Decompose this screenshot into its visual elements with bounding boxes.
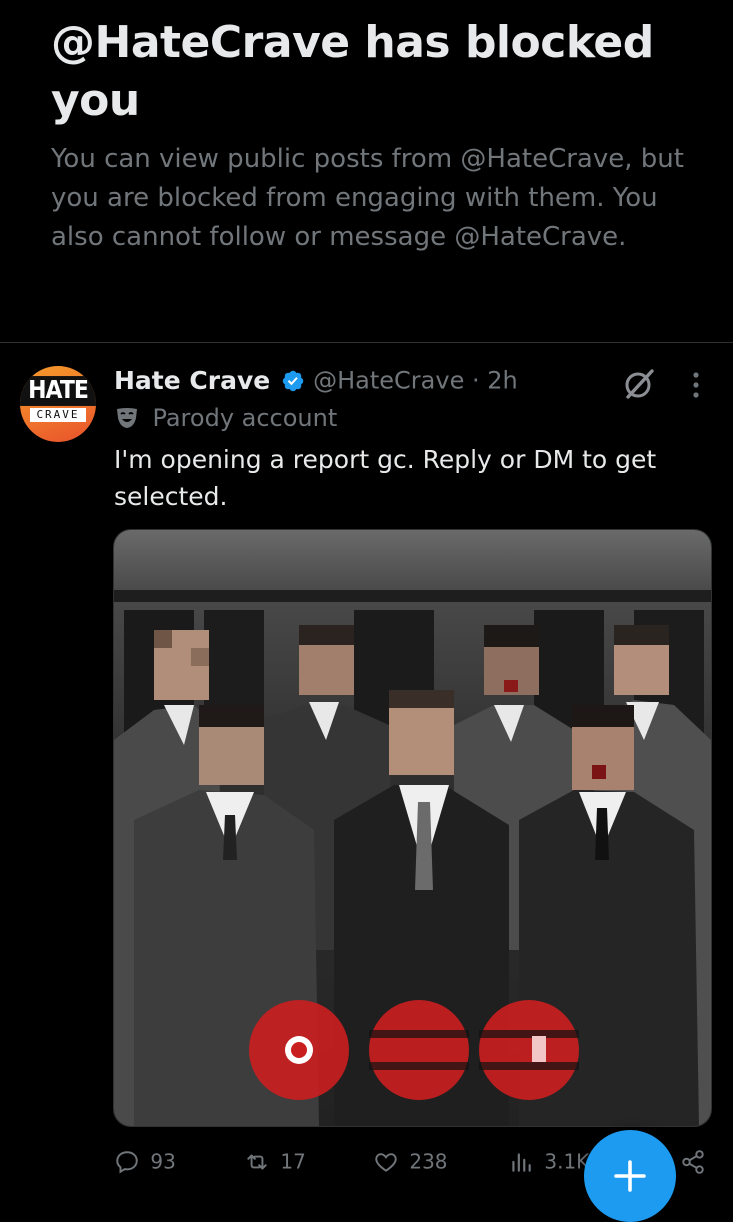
plus-icon (614, 1160, 646, 1192)
more-icon[interactable] (682, 370, 710, 400)
verified-badge-icon (282, 370, 303, 391)
tweet-image[interactable] (113, 529, 712, 1127)
like-button[interactable]: 238 (373, 1148, 448, 1182)
reply-icon (116, 1150, 138, 1174)
repost-button[interactable]: 17 (244, 1148, 306, 1182)
grok-icon[interactable] (621, 366, 657, 402)
like-count: 238 (409, 1149, 448, 1174)
parody-mask-icon (117, 408, 137, 428)
album-logo (249, 1000, 579, 1100)
views-count: 3.1K (544, 1149, 590, 1174)
like-icon (375, 1152, 397, 1172)
compose-button[interactable] (584, 1130, 676, 1222)
handle-time[interactable]: @HateCrave · 2h (313, 367, 518, 395)
share-button[interactable] (680, 1148, 710, 1182)
views-icon (512, 1152, 531, 1172)
avatar-logo-top: HATE (20, 376, 96, 406)
share-icon (682, 1149, 704, 1174)
avatar-logo-bottom: CRAVE (30, 408, 86, 422)
reply-count: 93 (150, 1149, 176, 1174)
tweet-text: I'm opening a report gc. Reply or DM to … (114, 445, 657, 511)
reply-button[interactable]: 93 (114, 1148, 176, 1182)
blocked-description: You can view public posts from @HateCrav… (51, 144, 684, 252)
divider (0, 342, 733, 343)
views-button[interactable]: 3.1K (508, 1148, 589, 1182)
parody-label: Parody account (152, 404, 338, 432)
group-photo-image (114, 530, 711, 1126)
parody-row: Parody account (114, 404, 337, 432)
avatar[interactable]: HATE CRAVE (20, 366, 96, 442)
display-name[interactable]: Hate Crave (114, 366, 270, 395)
blocked-title: @HateCrave has blocked you (51, 17, 654, 126)
tweet-header: Hate Crave @HateCrave · 2h (114, 366, 518, 400)
repost-count: 17 (280, 1149, 306, 1174)
repost-icon (247, 1154, 267, 1169)
